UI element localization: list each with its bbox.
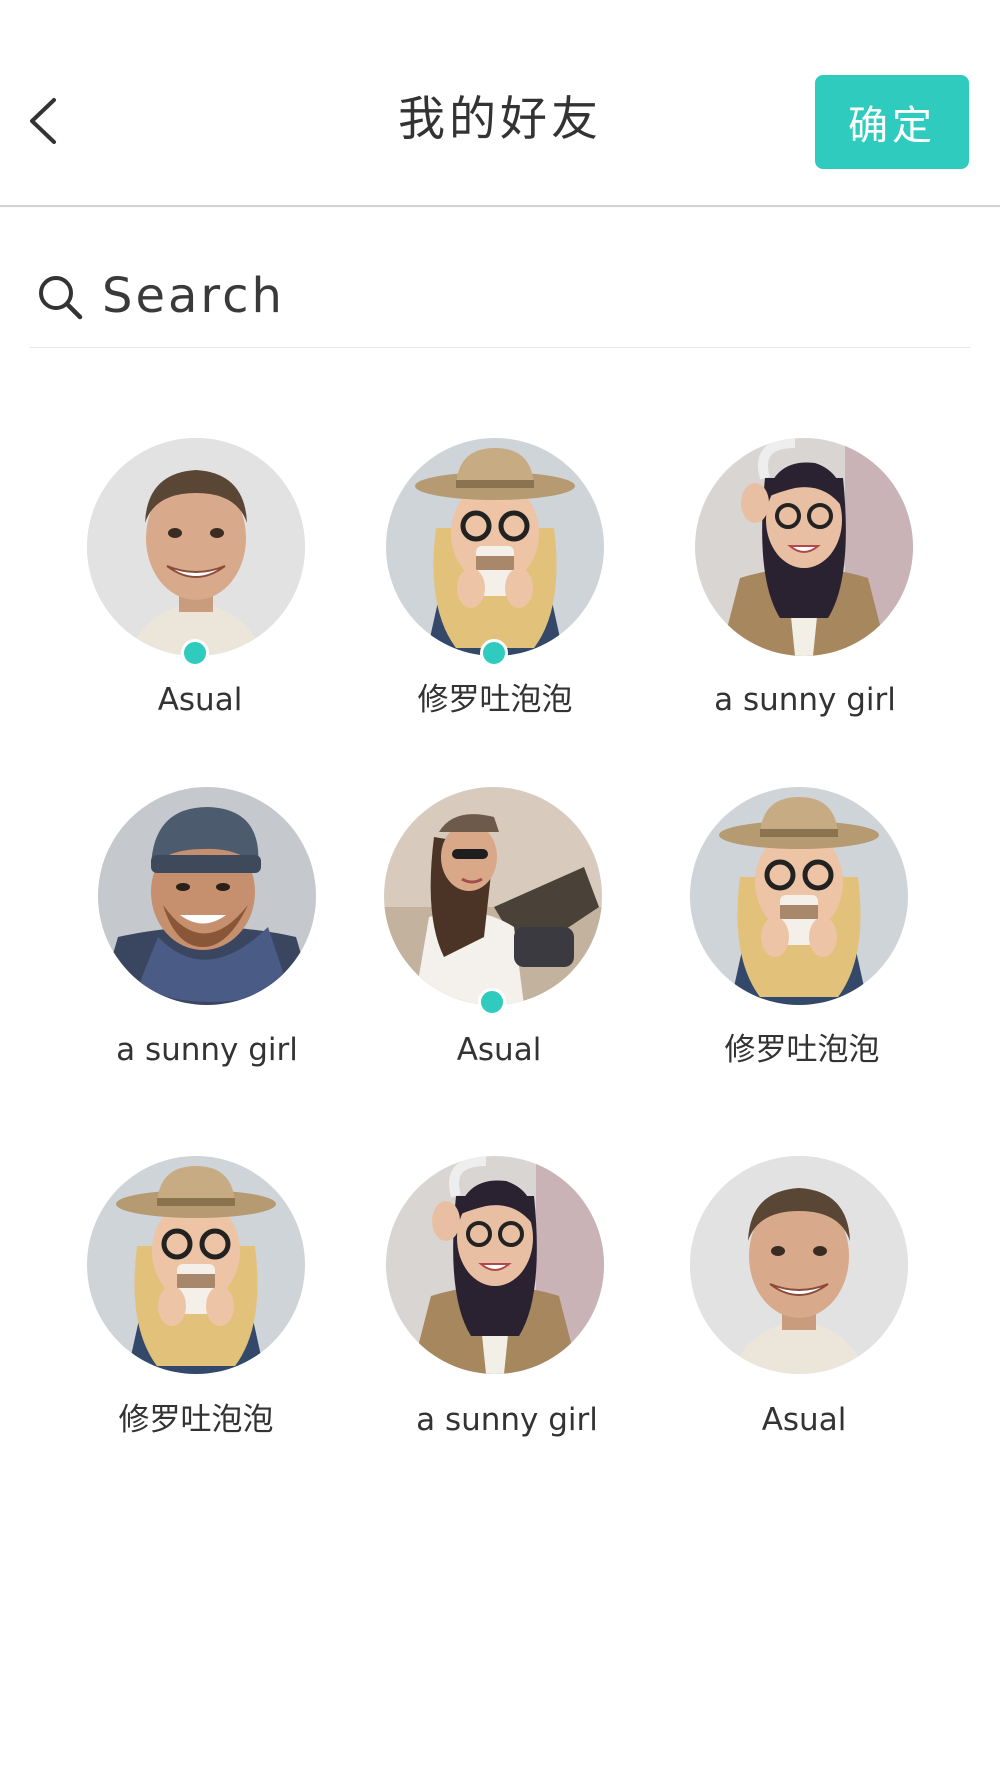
friend-name: a sunny girl <box>714 682 896 718</box>
avatar <box>386 438 604 656</box>
girl-headphones-jacket-avatar <box>386 1156 604 1374</box>
blonde-hat-coffee-avatar <box>87 1156 305 1374</box>
search-input[interactable] <box>102 263 942 329</box>
man-smiling-avatar <box>690 1156 908 1374</box>
online-indicator <box>480 639 508 667</box>
confirm-button[interactable]: 确定 <box>815 75 969 169</box>
girl-sunglasses-cap-avatar <box>384 787 602 1005</box>
search-bar <box>30 245 970 348</box>
friend-name: Asual <box>456 1032 542 1068</box>
blonde-hat-coffee-avatar <box>386 438 604 656</box>
girl-headphones-jacket-avatar <box>695 438 913 656</box>
friend-name: 修罗吐泡泡 <box>118 1402 274 1438</box>
online-indicator <box>478 988 506 1016</box>
friend-item[interactable]: 修罗吐泡泡 <box>652 787 952 1087</box>
blonde-hat-coffee-avatar <box>690 787 908 1005</box>
avatar <box>87 438 305 656</box>
man-smiling-avatar <box>87 438 305 656</box>
friend-item[interactable]: a sunny girl <box>650 438 950 738</box>
top-bar: 我的好友 确定 <box>0 0 1000 207</box>
avatar <box>690 787 908 1005</box>
friend-name: 修罗吐泡泡 <box>724 1032 880 1068</box>
friend-item[interactable]: a sunny girl <box>357 1156 657 1456</box>
friend-item[interactable]: Asual <box>349 787 649 1087</box>
friend-name: a sunny girl <box>416 1402 598 1438</box>
friend-name: 修罗吐泡泡 <box>417 682 573 718</box>
back-button[interactable] <box>18 88 78 154</box>
friend-item[interactable]: 修罗吐泡泡 <box>46 1156 346 1456</box>
avatar <box>386 1156 604 1374</box>
avatar <box>87 1156 305 1374</box>
friend-item[interactable]: a sunny girl <box>57 787 357 1087</box>
avatar <box>384 787 602 1005</box>
friend-name: Asual <box>761 1402 847 1438</box>
friend-item[interactable]: Asual <box>654 1156 954 1456</box>
friend-name: a sunny girl <box>116 1032 298 1068</box>
friend-item[interactable]: Asual <box>50 438 350 738</box>
avatar <box>695 438 913 656</box>
avatar <box>98 787 316 1005</box>
search-icon <box>39 276 83 320</box>
page-title: 我的好友 <box>398 92 602 147</box>
man-beanie-scarf-avatar <box>98 787 316 1005</box>
friend-name: Asual <box>157 682 243 718</box>
avatar <box>690 1156 908 1374</box>
online-indicator <box>181 639 209 667</box>
chevron-left-icon <box>30 98 56 144</box>
friend-item[interactable]: 修罗吐泡泡 <box>345 438 645 738</box>
